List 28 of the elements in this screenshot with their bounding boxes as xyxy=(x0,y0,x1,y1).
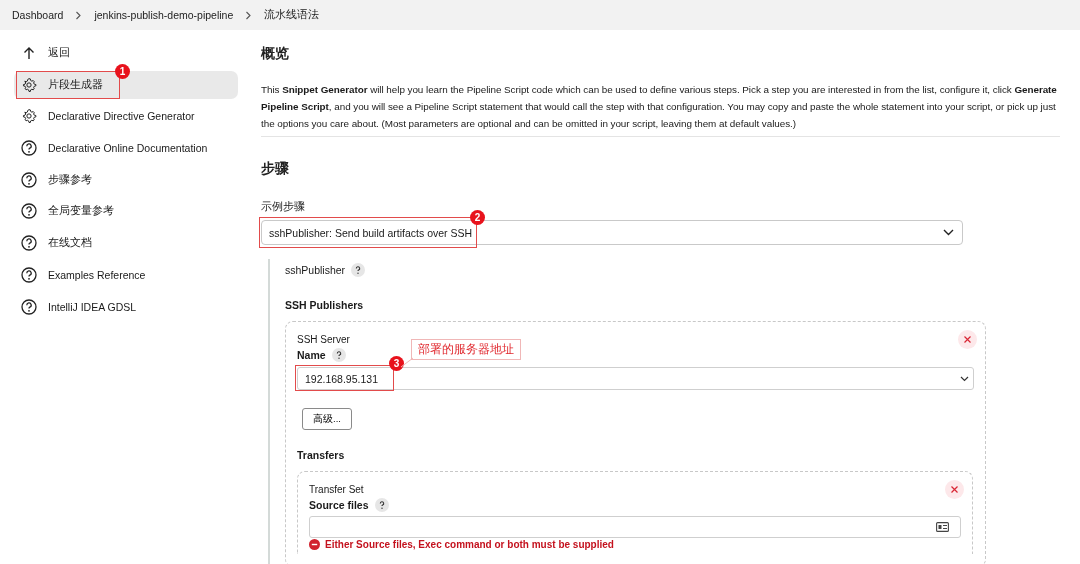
sidebar-item[interactable]: IntelliJ IDEA GDSL xyxy=(14,292,238,321)
breadcrumb-link[interactable]: Dashboard xyxy=(12,9,64,21)
marker-badge: 1 xyxy=(115,63,130,79)
breadcrumb-link[interactable]: 流水线语法 xyxy=(264,8,320,22)
description-text: This Snippet Generator will help you learn the Pipeline Script code which can be used to define various steps. Pick a step you are interested in from the list, configure it, click Generate Pipeline Script, and you will see a Pipeline Script statement that would call the step with that configuration. You may copy and paste the whole statement into your script, or pick up just the options you care about. (Most parameters are optional and can be omitted in your script, leaving them at default values.) xyxy=(261,81,1060,137)
error-message: Either Source files, Exec command or both must be supplied xyxy=(325,539,614,550)
field-caption: SSH Server xyxy=(297,334,350,345)
advanced-button[interactable]: 高级... xyxy=(302,408,352,430)
sidebar-item[interactable]: Declarative Directive Generator xyxy=(14,102,238,131)
sidebar-item[interactable]: 全局变量参考 xyxy=(14,197,238,226)
field-label: Source files xyxy=(309,499,369,511)
step-select[interactable]: sshPublisher: Send build artifacts over SSH xyxy=(261,220,963,245)
breadcrumb-link[interactable]: jenkins-publish-demo-pipeline xyxy=(94,9,234,21)
server-select[interactable]: 192.168.95.131 xyxy=(297,367,974,390)
sidebar-item[interactable]: Examples Reference xyxy=(14,260,238,289)
section-label: SSH Publishers xyxy=(285,299,365,311)
section-label: Transfers xyxy=(297,449,346,461)
callout-label: 部署的服务器地址 xyxy=(411,339,521,360)
section-heading: 概览 xyxy=(261,45,290,63)
field-caption: Transfer Set xyxy=(309,484,364,495)
section-heading: 步骤 xyxy=(261,160,290,178)
sidebar-item[interactable]: 在线文档 xyxy=(14,229,238,258)
marker-badge: 3 xyxy=(389,356,404,371)
field-label: 示例步骤 xyxy=(261,200,306,214)
field-label: Name xyxy=(297,349,326,361)
sidebar-item[interactable]: Declarative Online Documentation xyxy=(14,134,238,163)
step-name: sshPublisher xyxy=(285,264,346,276)
sidebar-item[interactable]: 步骤参考 xyxy=(14,165,238,194)
